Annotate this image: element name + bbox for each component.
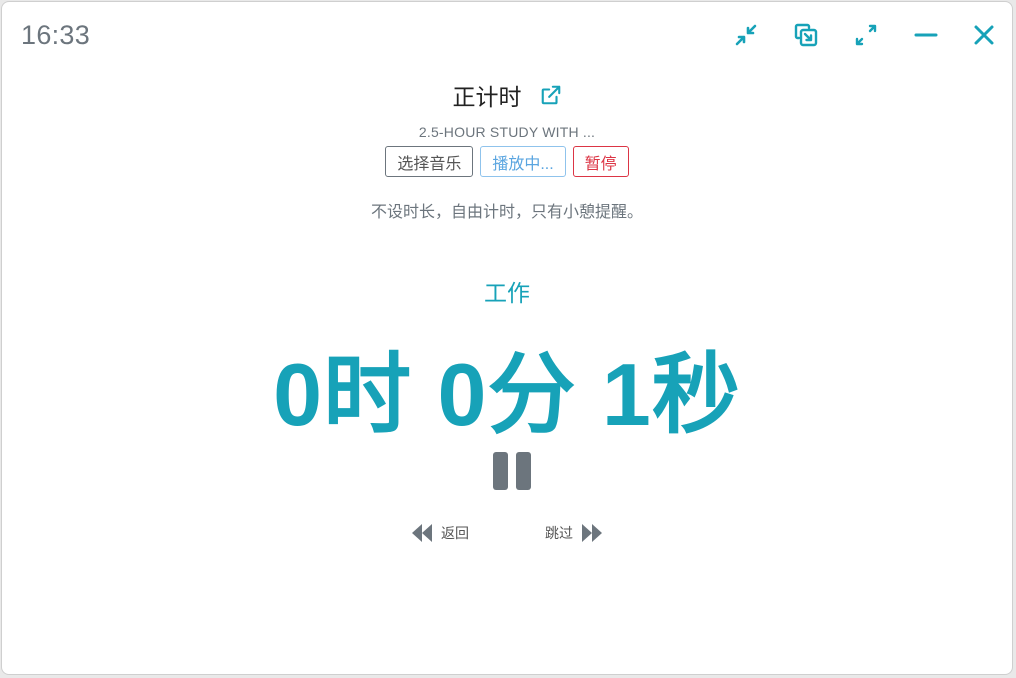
rewind-icon <box>411 523 433 543</box>
compress-icon <box>734 23 758 52</box>
picture-in-picture-button[interactable] <box>776 22 836 52</box>
pause-music-button[interactable]: 暂停 <box>572 146 629 177</box>
expand-button[interactable] <box>836 22 896 52</box>
title-row: 正计时 <box>2 78 1012 112</box>
skip-label: 跳过 <box>545 525 573 541</box>
app-window: 16:33 正计时 2.5-HOUR STUDY WITH ... 选择音乐 播… <box>1 1 1013 675</box>
select-music-button[interactable]: 选择音乐 <box>385 146 474 177</box>
phase-label: 工作 <box>484 280 530 306</box>
music-name: 2.5-HOUR STUDY WITH ... <box>418 124 596 140</box>
minimize-button[interactable] <box>896 22 956 52</box>
pause-timer-button[interactable] <box>493 452 531 490</box>
compress-button[interactable] <box>716 22 776 52</box>
page-title: 正计时 <box>452 84 522 110</box>
nav-row: 返回 跳过 <box>2 523 1012 543</box>
music-controls: 选择音乐 播放中... 暂停 <box>2 146 1012 177</box>
pause-icon <box>493 452 531 494</box>
skip-button[interactable]: 跳过 <box>545 523 603 543</box>
window-controls <box>716 22 996 52</box>
clock: 16:33 <box>21 20 91 50</box>
mode-description: 不设时长，自由计时，只有小憩提醒。 <box>370 204 643 221</box>
minimize-icon <box>914 23 938 52</box>
close-button[interactable] <box>956 22 996 52</box>
external-link-icon[interactable] <box>540 84 562 106</box>
fast-forward-icon <box>581 523 603 543</box>
back-label: 返回 <box>441 525 469 541</box>
timer-display: 0时 0分 1秒 <box>273 345 741 444</box>
playing-button[interactable]: 播放中... <box>480 146 566 177</box>
back-button[interactable]: 返回 <box>411 523 469 543</box>
close-icon <box>972 23 996 52</box>
picture-in-picture-icon <box>794 23 818 52</box>
expand-icon <box>854 23 878 52</box>
